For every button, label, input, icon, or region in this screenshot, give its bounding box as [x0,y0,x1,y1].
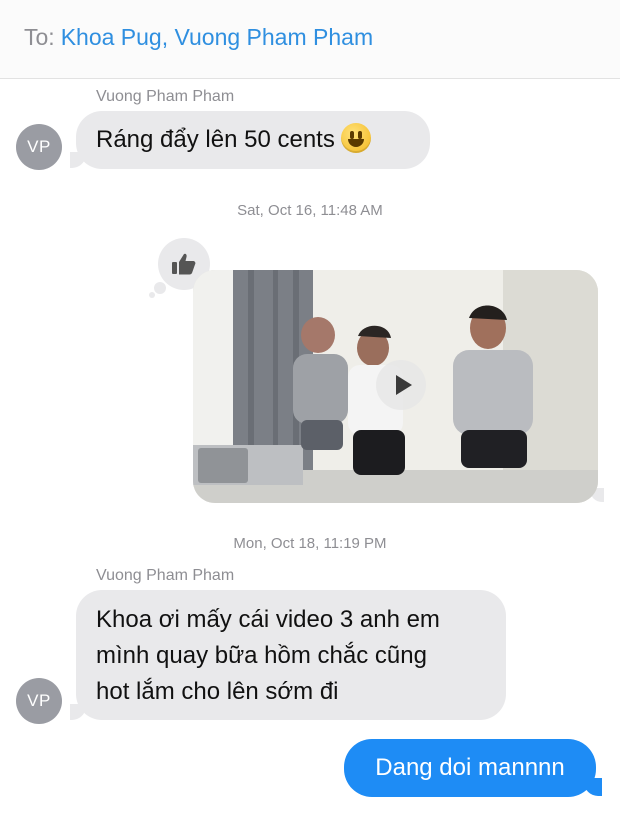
recipients-link[interactable]: Khoa Pug, Vuong Pham Pham [61,24,373,50]
play-button[interactable] [376,360,426,410]
tapback-tail [154,282,166,294]
message-text: Dang doi mannnn [375,754,565,781]
sender-name: Vuong Pham Pham [96,88,235,105]
to-label: To: [24,24,55,50]
incoming-message-bubble[interactable]: Khoa ơi mấy cái video 3 anh em mình quay… [76,590,506,720]
smiling-face-emoji-icon [340,123,371,153]
to-line: To: Khoa Pug, Vuong Pham Pham [24,24,373,51]
tapback-tail [149,292,155,298]
incoming-message-bubble[interactable]: Ráng đẩy lên 50 cents [76,111,430,169]
timestamp: Mon, Oct 18, 11:19 PM [233,535,387,552]
message-line: mình quay bữa hồm chắc cũng [96,642,427,669]
message-line: Khoa ơi mấy cái video 3 anh em [96,606,440,633]
video-attachment[interactable] [193,270,598,503]
message-line: hot lắm cho lên sớm đi [96,678,339,705]
sender-name: Vuong Pham Pham [96,567,235,584]
timestamp: Sat, Oct 16, 11:48 AM [237,202,383,219]
message-text: Ráng đẩy lên 50 cents [96,126,335,153]
thumbs-up-icon [172,253,196,275]
avatar[interactable]: VP [16,678,62,724]
message-header: To: Khoa Pug, Vuong Pham Pham [0,0,620,79]
play-icon [395,375,412,395]
avatar[interactable]: VP [16,124,62,170]
outgoing-message-bubble[interactable]: Dang doi mannnn [344,739,596,797]
